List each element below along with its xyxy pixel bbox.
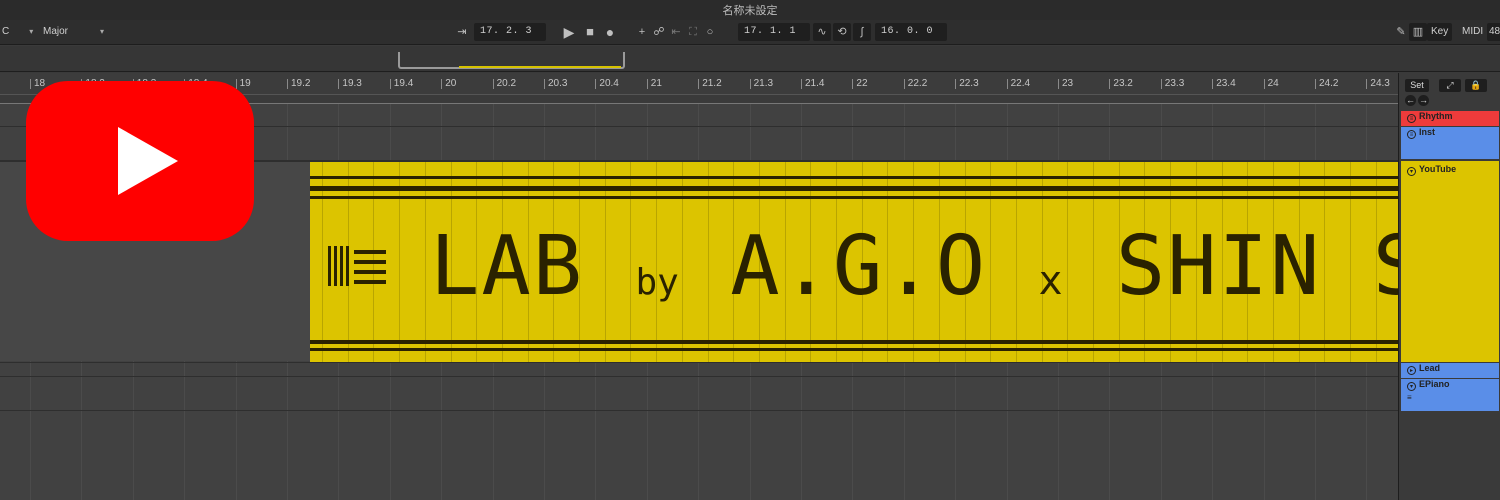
- ruler-tick: 23: [1058, 79, 1073, 89]
- midi-map-button[interactable]: MIDI: [1462, 23, 1483, 41]
- scale-value: Major: [43, 26, 69, 37]
- track-epiano[interactable]: ▾ EPiano ≡: [1401, 379, 1499, 411]
- key-root-select[interactable]: C ▾: [2, 23, 33, 41]
- fold-icon: ▾: [1407, 382, 1416, 391]
- track-name: EPiano: [1419, 379, 1450, 389]
- ruler-tick: 23.2: [1109, 79, 1133, 89]
- group-icon: ≡: [1407, 130, 1416, 139]
- clip-title-lab: LAB: [430, 219, 585, 314]
- track-rhythm[interactable]: ≡ Rhythm: [1401, 111, 1499, 126]
- transport-bar: C▾ Major ⇥ 17. 2. 3 ▶ ■ ● + ☍ ⇤ ⛶ ○ 17. …: [0, 20, 1500, 45]
- arrow-right-icon[interactable]: →: [1418, 95, 1429, 106]
- ruler-tick: 24.3: [1366, 79, 1390, 89]
- lane-divider: [0, 410, 1398, 411]
- arrangement-overview[interactable]: [0, 46, 1500, 72]
- stop-icon[interactable]: ■: [581, 23, 599, 41]
- ruler-tick: 20.2: [492, 79, 516, 89]
- track-name: Rhythm: [1419, 111, 1453, 121]
- ruler-tick: 22.4: [1006, 79, 1030, 89]
- menu-icon: ≡: [1407, 393, 1412, 402]
- track-lead[interactable]: ▸ Lead: [1401, 363, 1499, 378]
- chevron-down-icon: ▾: [29, 27, 34, 36]
- scale-select[interactable]: Major: [43, 23, 104, 41]
- key-map-button[interactable]: Key: [1427, 23, 1453, 41]
- ruler-tick: 24: [1263, 79, 1279, 89]
- overview-clip-indicator: [459, 66, 621, 68]
- track-panel: Set ⤢ 🔒 ← → ≡ Rhythm ≡ Inst ▾ YouTube ▸ Lead…: [1398, 73, 1500, 500]
- capture-icon[interactable]: ⛶: [684, 23, 702, 41]
- computer-keyboard-icon[interactable]: ▥: [1409, 23, 1427, 41]
- clip-grid-line: [399, 162, 401, 362]
- clip-title-x: x: [1038, 258, 1065, 304]
- arrow-left-icon[interactable]: ←: [1405, 95, 1416, 106]
- ableton-logo-icon: [328, 246, 386, 286]
- clip-title-by: by: [635, 262, 679, 303]
- lane-divider: [0, 362, 1398, 363]
- key-root-value: C: [2, 26, 10, 37]
- track-name: YouTube: [1419, 164, 1457, 174]
- record-icon[interactable]: ●: [601, 23, 619, 41]
- loop-start-field[interactable]: 17. 1. 1: [738, 23, 810, 41]
- window-title: 名称未設定: [0, 0, 1500, 20]
- loop-switch-icon[interactable]: ⟲: [833, 23, 851, 41]
- punch-in-icon[interactable]: ∿: [813, 23, 831, 41]
- set-button[interactable]: Set: [1405, 79, 1429, 92]
- draw-mode-icon[interactable]: ✎: [1392, 23, 1410, 41]
- ruler-tick: 19.4: [389, 79, 413, 89]
- automation-arm-icon[interactable]: ☍: [650, 23, 668, 41]
- clip-title-ago: A.G.O: [730, 219, 988, 314]
- ruler-tick: 22.2: [903, 79, 927, 89]
- ruler-tick: 23.3: [1160, 79, 1184, 89]
- ruler-tick: 22.3: [955, 79, 979, 89]
- lane-divider: [0, 376, 1398, 377]
- midi-extra-value: 48: [1487, 23, 1500, 41]
- ruler-tick: 21.3: [749, 79, 773, 89]
- ruler-tick: 20: [441, 79, 456, 89]
- ruler-tick: 23.4: [1212, 79, 1236, 89]
- youtube-clip[interactable]: LAB by A.G.O x SHIN SAKURA: [310, 162, 1398, 362]
- session-record-icon[interactable]: ○: [701, 23, 719, 41]
- overdub-icon[interactable]: +: [633, 23, 651, 41]
- expand-icon[interactable]: ⤢: [1439, 79, 1461, 92]
- follow-icon[interactable]: ⇥: [453, 23, 471, 41]
- ruler-tick: 24.2: [1315, 79, 1338, 89]
- track-name: Inst: [1419, 127, 1436, 137]
- fold-icon: ▸: [1407, 366, 1416, 375]
- track-inst[interactable]: ≡ Inst: [1401, 127, 1499, 159]
- ruler-tick: 21: [646, 79, 662, 89]
- lock-icon[interactable]: 🔒: [1465, 79, 1487, 92]
- fold-icon: ▾: [1407, 167, 1416, 176]
- ruler-tick: 19.2: [287, 79, 310, 89]
- loop-length-field[interactable]: 16. 0. 0: [875, 23, 947, 41]
- play-icon[interactable]: ▶: [560, 23, 578, 41]
- ruler-tick: 19.3: [338, 79, 362, 89]
- punch-out-icon[interactable]: ∫: [853, 23, 871, 41]
- track-youtube[interactable]: ▾ YouTube: [1401, 161, 1499, 362]
- group-icon: ≡: [1407, 114, 1416, 123]
- ruler-tick: 20.4: [595, 79, 619, 89]
- back-to-arrangement-icon[interactable]: ⇤: [667, 23, 685, 41]
- ruler-tick: 21.2: [698, 79, 722, 89]
- clip-grid-line: [322, 162, 323, 362]
- arrangement-position-field[interactable]: 17. 2. 3: [474, 23, 546, 41]
- ruler-tick: 20.3: [544, 79, 567, 89]
- ruler-tick: 21.4: [801, 79, 824, 89]
- youtube-logo-icon: [26, 81, 254, 241]
- clip-title-shin-sakura: SHIN SAKURA: [1115, 219, 1398, 314]
- clip-grid-line: [424, 162, 426, 362]
- clip-title: LAB by A.G.O x SHIN SAKURA: [430, 222, 1398, 328]
- ruler-tick: 22: [852, 79, 868, 89]
- track-name: Lead: [1419, 363, 1441, 373]
